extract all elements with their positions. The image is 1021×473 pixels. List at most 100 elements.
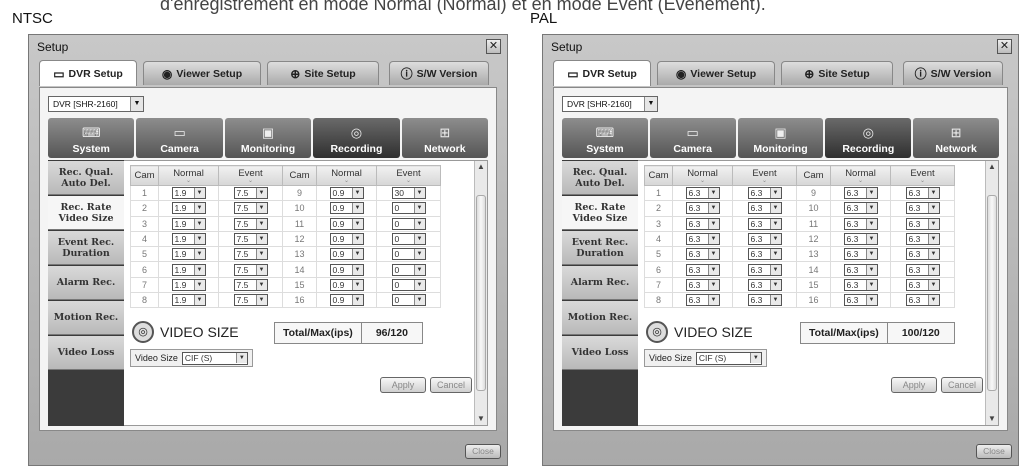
category-camera[interactable]: ▭ Camera — [649, 118, 736, 158]
video-size-select[interactable]: CIF (S) ▼ — [181, 351, 248, 365]
rate-select[interactable]: 6.3 ▼ — [843, 263, 878, 276]
side-item[interactable]: Video Loss — [48, 336, 124, 370]
scrollbar[interactable]: ▲ ▼ — [474, 161, 487, 425]
close-button[interactable]: Close — [976, 444, 1012, 459]
tab-dvr-setup[interactable]: ▭ DVR Setup — [39, 60, 137, 86]
tab-viewer-setup[interactable]: ◉ Viewer Setup — [657, 61, 775, 85]
rate-select[interactable]: 6.3 ▼ — [685, 294, 720, 307]
side-item[interactable]: Alarm Rec. — [562, 266, 638, 300]
category-network[interactable]: ⊞ Network — [401, 118, 489, 158]
rate-select[interactable]: 1.9 ▼ — [171, 263, 206, 276]
rate-select[interactable]: 7.5 ▼ — [233, 217, 268, 230]
rate-select[interactable]: 6.3 ▼ — [685, 202, 720, 215]
close-icon[interactable]: ✕ — [997, 39, 1012, 54]
rate-select[interactable]: 6.3 ▼ — [905, 217, 940, 230]
video-size-select[interactable]: CIF (S) ▼ — [695, 351, 762, 365]
rate-select[interactable]: 0.9 ▼ — [329, 294, 364, 307]
rate-select[interactable]: 7.5 ▼ — [233, 233, 268, 246]
category-recording[interactable]: ◎ Recording — [313, 118, 400, 158]
rate-select[interactable]: 6.3 ▼ — [685, 278, 720, 291]
side-item[interactable]: Rec. Rate Video Size — [48, 196, 124, 230]
rate-select[interactable]: 1.9 ▼ — [171, 278, 206, 291]
rate-select[interactable]: 6.3 ▼ — [905, 233, 940, 246]
close-button[interactable]: Close — [465, 444, 501, 459]
rate-select[interactable]: 0 ▼ — [391, 248, 426, 261]
side-item[interactable]: Motion Rec. — [48, 301, 124, 335]
side-item[interactable]: Rec. Qual. Auto Del. — [562, 161, 638, 195]
rate-select[interactable]: 7.5 ▼ — [233, 187, 268, 200]
rate-select[interactable]: 0.9 ▼ — [329, 217, 364, 230]
rate-select[interactable]: 6.3 ▼ — [905, 294, 940, 307]
category-recording[interactable]: ◎ Recording — [825, 118, 912, 158]
rate-select[interactable]: 6.3 ▼ — [905, 248, 940, 261]
rate-select[interactable]: 6.3 ▼ — [685, 263, 720, 276]
apply-button[interactable]: Apply — [380, 377, 426, 393]
category-system[interactable]: ⌨ System — [48, 118, 135, 158]
rate-select[interactable]: 30 ▼ — [391, 187, 426, 200]
rate-select[interactable]: 6.3 ▼ — [685, 187, 720, 200]
rate-select[interactable]: 6.3 ▼ — [843, 248, 878, 261]
rate-select[interactable]: 1.9 ▼ — [171, 294, 206, 307]
rate-select[interactable]: 6.3 ▼ — [747, 248, 782, 261]
category-network[interactable]: ⊞ Network — [913, 118, 999, 158]
tab-viewer-setup[interactable]: ◉ Viewer Setup — [143, 61, 261, 85]
close-icon[interactable]: ✕ — [486, 39, 501, 54]
rate-select[interactable]: 6.3 ▼ — [843, 187, 878, 200]
scroll-down-icon[interactable]: ▼ — [475, 413, 487, 425]
scrollbar[interactable]: ▲ ▼ — [985, 161, 998, 425]
rate-select[interactable]: 0 ▼ — [391, 202, 426, 215]
dvr-select[interactable]: DVR [SHR-2160] ▼ — [562, 96, 658, 112]
category-monitoring[interactable]: ▣ Monitoring — [224, 118, 312, 158]
tab-site-setup[interactable]: ⊕ Site Setup — [781, 61, 893, 85]
rate-select[interactable]: 6.3 ▼ — [747, 263, 782, 276]
rate-select[interactable]: 7.5 ▼ — [233, 248, 268, 261]
rate-select[interactable]: 6.3 ▼ — [685, 217, 720, 230]
side-item[interactable]: Rec. Rate Video Size — [562, 196, 638, 230]
rate-select[interactable]: 7.5 ▼ — [233, 294, 268, 307]
tab-site-setup[interactable]: ⊕ Site Setup — [267, 61, 379, 85]
rate-select[interactable]: 6.3 ▼ — [747, 278, 782, 291]
category-system[interactable]: ⌨ System — [562, 118, 648, 158]
scroll-up-icon[interactable]: ▲ — [475, 161, 487, 173]
rate-select[interactable]: 1.9 ▼ — [171, 248, 206, 261]
side-item[interactable]: Event Rec. Duration — [48, 231, 124, 265]
rate-select[interactable]: 6.3 ▼ — [685, 248, 720, 261]
rate-select[interactable]: 6.3 ▼ — [843, 294, 878, 307]
rate-select[interactable]: 0.9 ▼ — [329, 202, 364, 215]
rate-select[interactable]: 0 ▼ — [391, 294, 426, 307]
rate-select[interactable]: 6.3 ▼ — [685, 233, 720, 246]
apply-button[interactable]: Apply — [891, 377, 937, 393]
rate-select[interactable]: 6.3 ▼ — [905, 263, 940, 276]
cancel-button[interactable]: Cancel — [430, 377, 472, 393]
rate-select[interactable]: 6.3 ▼ — [747, 294, 782, 307]
side-item[interactable]: Rec. Qual. Auto Del. — [48, 161, 124, 195]
rate-select[interactable]: 6.3 ▼ — [747, 202, 782, 215]
rate-select[interactable]: 0.9 ▼ — [329, 187, 364, 200]
scroll-thumb[interactable] — [987, 195, 997, 391]
rate-select[interactable]: 7.5 ▼ — [233, 263, 268, 276]
rate-select[interactable]: 7.5 ▼ — [233, 202, 268, 215]
side-item[interactable]: Alarm Rec. — [48, 266, 124, 300]
rate-select[interactable]: 0.9 ▼ — [329, 233, 364, 246]
dvr-select[interactable]: DVR [SHR-2160] ▼ — [48, 96, 144, 112]
side-item[interactable]: Video Loss — [562, 336, 638, 370]
side-item[interactable]: Event Rec. Duration — [562, 231, 638, 265]
rate-select[interactable]: 6.3 ▼ — [747, 217, 782, 230]
rate-select[interactable]: 0 ▼ — [391, 263, 426, 276]
category-monitoring[interactable]: ▣ Monitoring — [737, 118, 824, 158]
rate-select[interactable]: 0.9 ▼ — [329, 278, 364, 291]
rate-select[interactable]: 6.3 ▼ — [843, 202, 878, 215]
rate-select[interactable]: 0 ▼ — [391, 217, 426, 230]
rate-select[interactable]: 6.3 ▼ — [905, 187, 940, 200]
rate-select[interactable]: 1.9 ▼ — [171, 202, 206, 215]
rate-select[interactable]: 1.9 ▼ — [171, 233, 206, 246]
rate-select[interactable]: 6.3 ▼ — [843, 233, 878, 246]
rate-select[interactable]: 0.9 ▼ — [329, 263, 364, 276]
scroll-down-icon[interactable]: ▼ — [986, 413, 998, 425]
scroll-up-icon[interactable]: ▲ — [986, 161, 998, 173]
rate-select[interactable]: 0.9 ▼ — [329, 248, 364, 261]
rate-select[interactable]: 0 ▼ — [391, 278, 426, 291]
rate-select[interactable]: 6.3 ▼ — [747, 233, 782, 246]
rate-select[interactable]: 6.3 ▼ — [905, 278, 940, 291]
cancel-button[interactable]: Cancel — [941, 377, 983, 393]
